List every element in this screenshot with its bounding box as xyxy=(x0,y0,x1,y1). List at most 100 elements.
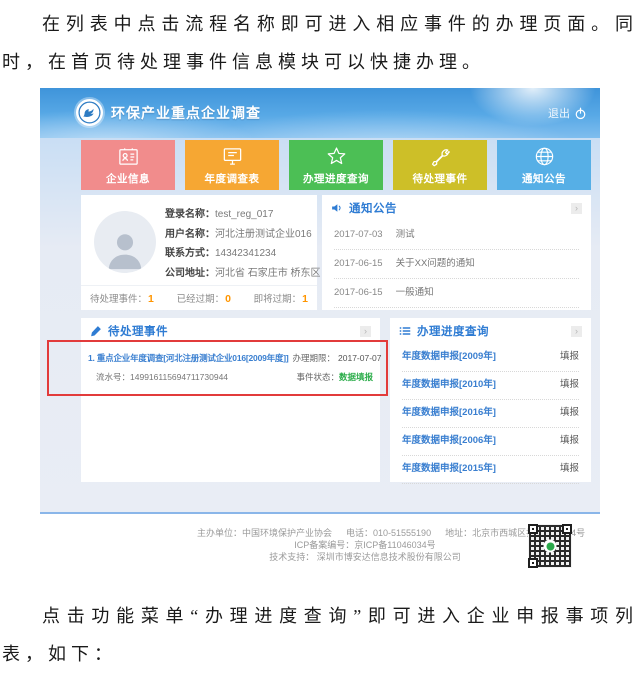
app-footer: 主办单位：中国环境保护产业协会电话：010-51555190地址：北京市西城区扣… xyxy=(40,512,600,583)
tile-pending-events[interactable]: 待处理事件 xyxy=(393,140,487,190)
notice-text: 测试 xyxy=(396,221,415,249)
notices-panel: 通知公告 › 2017-07-03 测试 2017-06-15 关于XX问题的通… xyxy=(322,195,591,310)
app-header: 环保产业重点企业调查 退出 xyxy=(40,88,600,138)
progress-item-status: 填报 xyxy=(560,344,579,371)
person-icon xyxy=(102,227,148,273)
progress-item-status: 填报 xyxy=(560,428,579,455)
field-value: 河北注册测试企业016 xyxy=(215,229,312,240)
app-title: 环保产业重点企业调查 xyxy=(111,103,261,123)
speaker-icon xyxy=(331,202,343,214)
tile-annual-survey-form[interactable]: 年度调查表 xyxy=(185,140,279,190)
progress-item-status: 填报 xyxy=(560,456,579,483)
qr-finder-icon xyxy=(562,524,572,534)
progress-query-panel: 办理进度查询 › 年度数据申报[2009年] 填报 年度数据申报[2010年] … xyxy=(390,318,591,482)
progress-item: 年度数据申报[2006年] 填报 xyxy=(402,428,579,456)
profile-field-user-name: 用户名称：河北注册测试企业016 xyxy=(165,225,315,245)
panel-title: 办理进度查询 xyxy=(417,323,489,339)
app-brand: 环保产业重点企业调查 xyxy=(76,99,261,126)
stat-expiring: 即将过期：1 xyxy=(254,291,308,305)
qr-code xyxy=(528,524,572,568)
tile-label: 待处理事件 xyxy=(413,171,468,186)
serial-number: 流水号：149916115694711730944 xyxy=(88,368,228,387)
tile-progress-query[interactable]: 办理进度查询 xyxy=(289,140,383,190)
doc-paragraph-top: 在列表中点击流程名称即可进入相应事件的办理页面。同时，在首页待处理事件信息模块可… xyxy=(2,0,638,81)
notices-more-button[interactable]: › xyxy=(571,203,582,214)
avatar xyxy=(94,211,156,273)
qr-finder-icon xyxy=(528,558,538,568)
stat-value: 1 xyxy=(148,293,154,305)
field-label: 登录名称： xyxy=(165,209,215,220)
field-label: 联系方式： xyxy=(165,248,215,259)
profile-card: 登录名称：test_reg_017 用户名称：河北注册测试企业016 联系方式：… xyxy=(81,195,317,310)
profile-field-address: 公司地址：河北省 石家庄市 桥东区 xyxy=(165,264,315,284)
pen-icon xyxy=(90,325,102,337)
tile-label: 通知公告 xyxy=(522,171,566,186)
list-icon xyxy=(399,325,411,337)
notice-item[interactable]: 2017-07-03 测试 xyxy=(334,221,579,250)
pending-more-button[interactable]: › xyxy=(360,326,371,337)
menu-tiles: 企业信息 年度调查表 办理进度查询 待处理事件 xyxy=(81,140,591,190)
doc-paragraph-bottom: 点击功能菜单“办理进度查询”即可进入企业申报事项列表，如下： xyxy=(2,583,638,673)
tile-notices[interactable]: 通知公告 xyxy=(497,140,591,190)
notice-item[interactable]: 2017-06-15 关于XX问题的通知 xyxy=(334,250,579,279)
pending-events-panel: 待处理事件 › 1. 重点企业年度调查[河北注册测试企业016[2009年度]]… xyxy=(81,318,380,482)
notice-date: 2017-06-15 xyxy=(334,279,383,307)
star-icon xyxy=(325,145,348,168)
globe-icon xyxy=(533,145,556,168)
footer-icp: ICP备案编号：京ICP备11046034号 xyxy=(190,539,540,551)
qr-center-logo-icon xyxy=(544,540,557,553)
app-logo-icon xyxy=(76,99,103,126)
profile-field-contact: 联系方式：14342341234 xyxy=(165,244,315,264)
footer-sponsor: 主办单位：中国环境保护产业协会 xyxy=(197,528,332,538)
logout-button[interactable]: 退出 xyxy=(548,105,587,121)
profile-fields: 登录名称：test_reg_017 用户名称：河北注册测试企业016 联系方式：… xyxy=(165,205,315,283)
tile-label: 办理进度查询 xyxy=(303,171,369,186)
pending-event-item: 1. 重点企业年度调查[河北注册测试企业016[2009年度]] 办理期限：20… xyxy=(87,347,374,395)
progress-item-link[interactable]: 年度数据申报[2015年] xyxy=(402,456,496,483)
notice-date: 2017-06-15 xyxy=(334,250,383,278)
footer-support: 技术支持： 深圳市博安达信息技术股份有限公司 xyxy=(190,551,540,563)
progress-item-link[interactable]: 年度数据申报[2009年] xyxy=(402,344,496,371)
progress-item: 年度数据申报[2010年] 填报 xyxy=(402,372,579,400)
profile-stats: 待处理事件：1 已经过期：0 即将过期：1 xyxy=(81,285,317,310)
document-page: 在列表中点击流程名称即可进入相应事件的办理页面。同时，在首页待处理事件信息模块可… xyxy=(0,0,640,683)
field-label: 公司地址： xyxy=(165,268,215,279)
wrench-icon xyxy=(429,145,452,168)
field-label: 用户名称： xyxy=(165,229,215,240)
tile-label: 企业信息 xyxy=(106,171,150,186)
progress-query-header: 办理进度查询 › xyxy=(390,318,591,344)
panel-title: 通知公告 xyxy=(349,200,397,216)
progress-item-status: 填报 xyxy=(560,372,579,399)
status-value: 数据填报 xyxy=(339,372,373,382)
field-value: 河北省 石家庄市 桥东区 xyxy=(215,268,321,279)
stat-value: 0 xyxy=(225,293,231,305)
pending-event-line-2: 流水号：149916115694711730944 事件状态：数据填报 xyxy=(88,368,373,387)
pending-event-link[interactable]: 1. 重点企业年度调查[河北注册测试企业016[2009年度]] xyxy=(88,349,289,368)
power-icon xyxy=(574,107,587,120)
progress-item: 年度数据申报[2016年] 填报 xyxy=(402,400,579,428)
app-screenshot: 环保产业重点企业调查 退出 企业信息 年度调查表 xyxy=(40,88,600,583)
panel-title: 待处理事件 xyxy=(108,323,168,339)
progress-item-link[interactable]: 年度数据申报[2006年] xyxy=(402,428,496,455)
logout-label: 退出 xyxy=(548,105,570,121)
notice-text: 关于XX问题的通知 xyxy=(396,250,475,278)
progress-item-link[interactable]: 年度数据申报[2010年] xyxy=(402,372,496,399)
monitor-icon xyxy=(221,145,244,168)
notices-header: 通知公告 › xyxy=(322,195,591,221)
field-value: test_reg_017 xyxy=(215,209,273,220)
footer-text: 主办单位：中国环境保护产业协会电话：010-51555190地址：北京市西城区扣… xyxy=(190,527,540,563)
field-value: 14342341234 xyxy=(215,248,276,259)
progress-item: 年度数据申报[2009年] 填报 xyxy=(402,344,579,372)
qr-finder-icon xyxy=(528,524,538,534)
stat-pending-events: 待处理事件：1 xyxy=(90,291,154,305)
progress-item-link[interactable]: 年度数据申报[2016年] xyxy=(402,400,496,427)
progress-more-button[interactable]: › xyxy=(571,326,582,337)
stat-value: 1 xyxy=(302,293,308,305)
pending-event-line-1: 1. 重点企业年度调查[河北注册测试企业016[2009年度]] 办理期限：20… xyxy=(88,349,373,368)
tile-company-info[interactable]: 企业信息 xyxy=(81,140,175,190)
profile-field-login-name: 登录名称：test_reg_017 xyxy=(165,205,315,225)
footer-phone: 电话：010-51555190 xyxy=(346,528,431,538)
progress-item: 年度数据申报[2015年] 填报 xyxy=(402,456,579,484)
notice-item[interactable]: 2017-06-15 一般通知 xyxy=(334,279,579,308)
deadline: 办理期限：2017-07-07 xyxy=(293,349,382,368)
